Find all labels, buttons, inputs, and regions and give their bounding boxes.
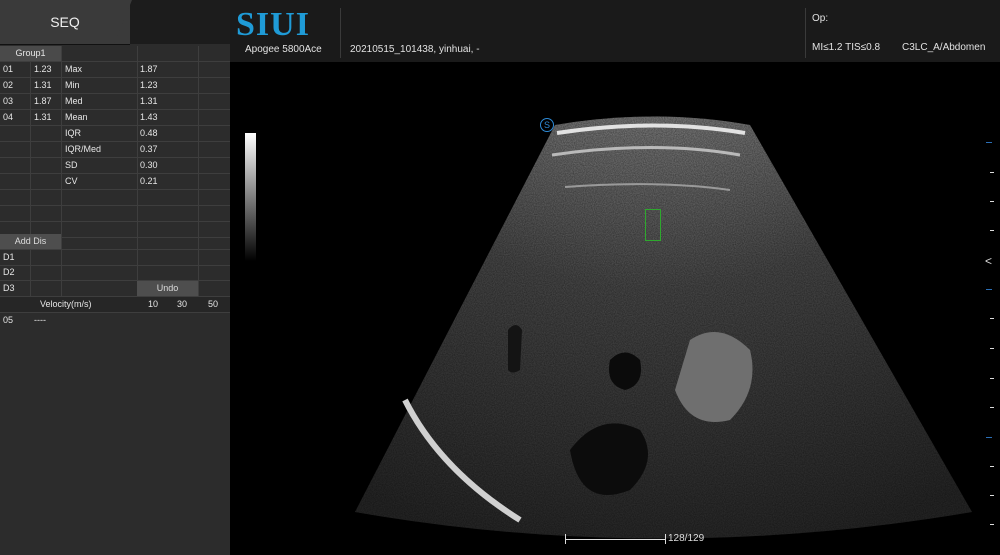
sector-speckle — [355, 116, 972, 539]
depth-tick — [990, 318, 994, 319]
grayscale-bar — [245, 133, 256, 261]
cine-progress-bar[interactable] — [565, 539, 665, 540]
probe-orientation-marker: S — [540, 118, 554, 132]
depth-tick — [990, 201, 994, 202]
depth-tick — [990, 407, 994, 408]
roi-box[interactable] — [645, 209, 661, 241]
depth-tick — [990, 495, 994, 496]
depth-tick — [990, 524, 994, 525]
depth-tick — [990, 230, 994, 231]
ultrasound-image[interactable] — [0, 0, 1000, 555]
depth-tick — [990, 378, 994, 379]
depth-tick-blue — [986, 437, 992, 438]
cine-bar-end — [665, 534, 666, 544]
depth-tick-blue — [986, 142, 992, 143]
depth-tick — [990, 466, 994, 467]
vessel — [508, 325, 522, 373]
depth-tick — [990, 172, 994, 173]
depth-tick — [990, 348, 994, 349]
focus-marker-icon[interactable]: < — [985, 254, 992, 268]
depth-tick-blue — [986, 289, 992, 290]
frame-counter: 128/129 — [668, 533, 705, 544]
